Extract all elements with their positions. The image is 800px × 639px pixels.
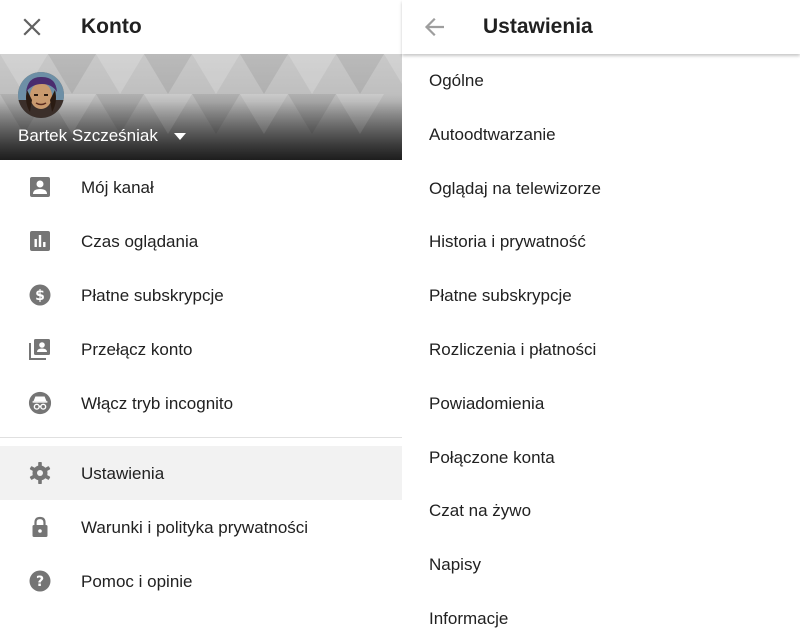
gear-icon [28, 461, 52, 485]
settings-item-label: Rozliczenia i płatności [429, 339, 597, 359]
menu-item-label: Pomoc i opinie [81, 571, 193, 591]
settings-item-about[interactable]: Informacje [402, 592, 800, 639]
menu-item-incognito[interactable]: Włącz tryb incognito [0, 376, 402, 430]
account-title: Konto [81, 15, 142, 38]
settings-item-captions[interactable]: Napisy [402, 538, 800, 592]
back-arrow-icon [424, 18, 444, 36]
settings-item-live-chat[interactable]: Czat na żywo [402, 484, 800, 538]
menu-item-watch-time[interactable]: Czas oglądania [0, 214, 402, 268]
incognito-icon [28, 391, 52, 415]
svg-text:$: $ [35, 288, 45, 304]
bar-chart-icon [28, 229, 52, 253]
settings-item-autoplay[interactable]: Autoodtwarzanie [402, 108, 800, 162]
settings-item-notifications[interactable]: Powiadomienia [402, 377, 800, 431]
settings-item-label: Płatne subskrypcje [429, 286, 572, 306]
settings-header: Ustawienia [402, 0, 800, 54]
menu-item-label: Czas oglądania [81, 231, 199, 251]
lock-icon [28, 515, 52, 539]
menu-item-paid-subscriptions[interactable]: $ Płatne subskrypcje [0, 268, 402, 322]
menu-item-label: Warunki i polityka prywatności [81, 517, 309, 537]
settings-item-label: Informacje [429, 608, 509, 628]
menu-item-label: Przełącz konto [81, 339, 193, 359]
settings-item-label: Powiadomienia [429, 393, 545, 413]
account-name: Bartek Szcześniak [18, 125, 158, 145]
menu-item-switch-account[interactable]: Przełącz konto [0, 322, 402, 376]
settings-panel: Ustawienia Ogólne Autoodtwarzanie Ogląda… [402, 0, 800, 639]
settings-item-paid-subscriptions[interactable]: Płatne subskrypcje [402, 269, 800, 323]
settings-item-label: Czat na żywo [429, 501, 532, 521]
menu-item-my-channel[interactable]: Mój kanał [0, 160, 402, 214]
menu-item-terms-privacy[interactable]: Warunki i polityka prywatności [0, 500, 402, 554]
avatar[interactable] [18, 72, 64, 118]
menu-divider [0, 437, 402, 438]
settings-item-connected-accounts[interactable]: Połączone konta [402, 431, 800, 485]
menu-item-label: Mój kanał [81, 177, 154, 197]
settings-list: Ogólne Autoodtwarzanie Oglądaj na telewi… [402, 54, 800, 639]
close-button[interactable] [16, 11, 48, 43]
settings-item-label: Połączone konta [429, 447, 555, 467]
account-banner: Bartek Szcześniak [0, 54, 402, 160]
dropdown-arrow-icon [173, 132, 186, 140]
settings-item-label: Napisy [429, 555, 481, 575]
switch-account-icon [28, 337, 52, 361]
account-menu: Mój kanał Czas oglądania $ Płatne subskr… [0, 160, 402, 608]
account-panel: Konto Bartek Szcześniak Mój kanał Czas o… [0, 0, 402, 639]
app-root: Konto Bartek Szcześniak Mój kanał Czas o… [0, 0, 800, 639]
account-box-icon [28, 175, 52, 199]
settings-item-label: Ogólne [429, 71, 484, 90]
settings-item-general[interactable]: Ogólne [402, 54, 800, 108]
menu-item-settings[interactable]: Ustawienia [0, 446, 402, 500]
account-header: Konto [0, 0, 402, 54]
settings-title: Ustawienia [483, 15, 593, 38]
settings-item-watch-on-tv[interactable]: Oglądaj na telewizorze [402, 162, 800, 216]
menu-item-help-feedback[interactable]: ? Pomoc i opinie [0, 554, 402, 608]
svg-text:?: ? [36, 574, 44, 590]
paid-dollar-icon: $ [28, 283, 52, 307]
settings-item-billing-payments[interactable]: Rozliczenia i płatności [402, 323, 800, 377]
avatar-image [18, 72, 64, 118]
menu-item-label: Ustawienia [81, 463, 165, 483]
settings-item-history-privacy[interactable]: Historia i prywatność [402, 215, 800, 269]
settings-item-label: Historia i prywatność [429, 232, 586, 252]
menu-item-label: Płatne subskrypcje [81, 285, 224, 305]
account-switcher[interactable]: Bartek Szcześniak [18, 123, 186, 147]
help-icon: ? [28, 569, 52, 593]
menu-item-label: Włącz tryb incognito [81, 393, 234, 413]
close-icon [23, 18, 41, 36]
back-button[interactable] [419, 12, 449, 42]
settings-item-label: Autoodtwarzanie [429, 124, 556, 144]
settings-item-label: Oglądaj na telewizorze [429, 178, 601, 198]
